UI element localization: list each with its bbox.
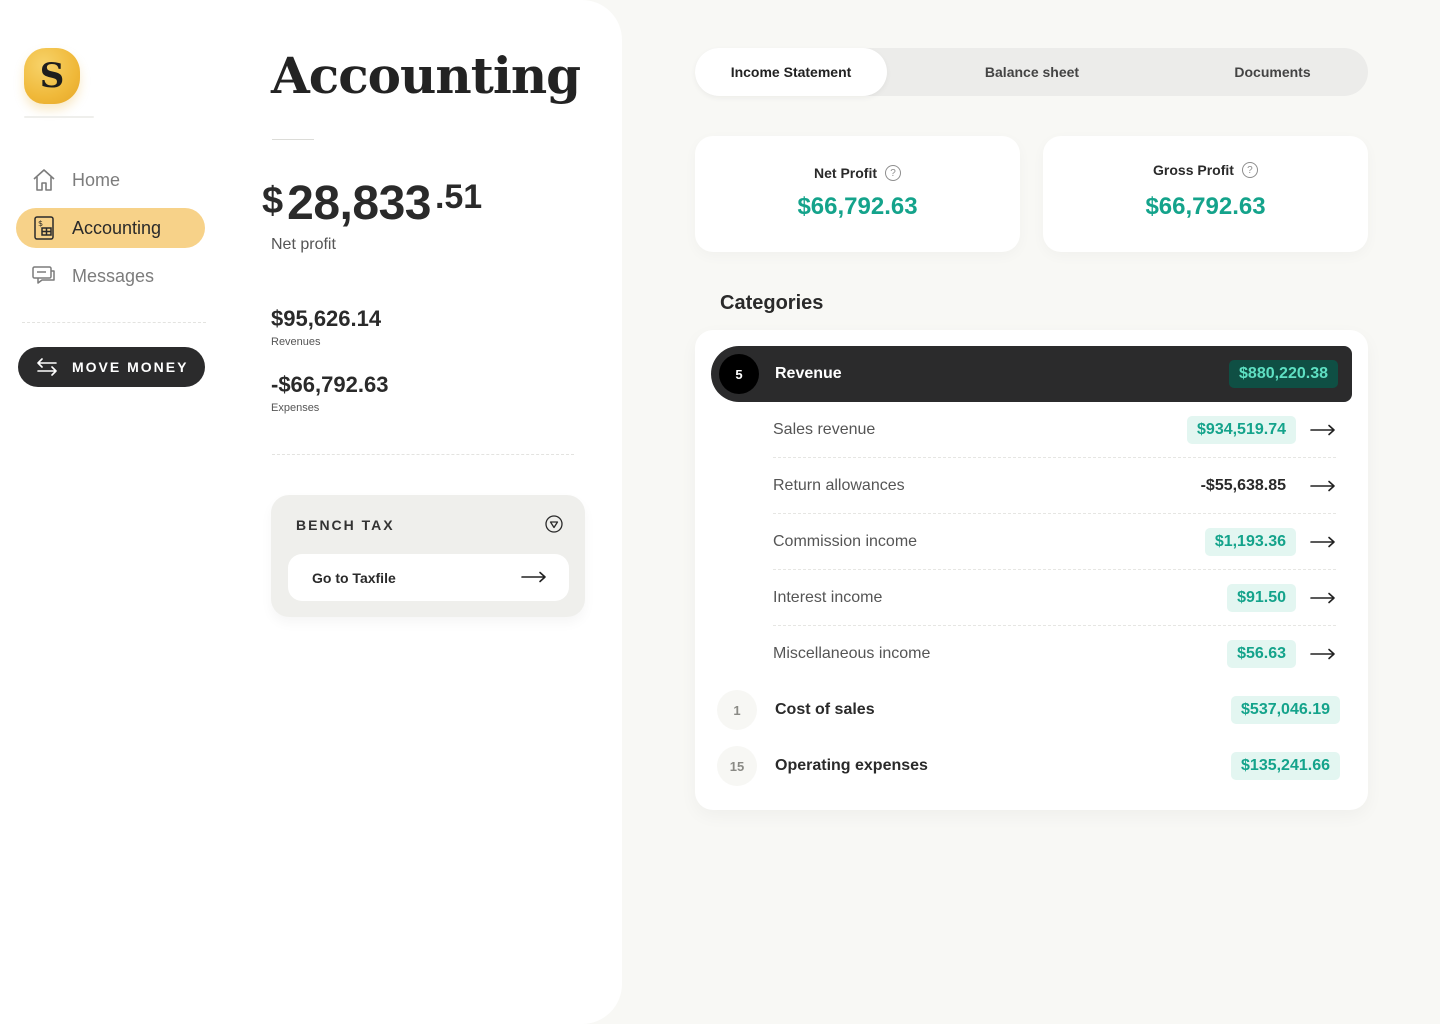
sidebar-item-label: Messages	[72, 265, 155, 286]
sidebar-nav: Home $ Accounting Messages	[16, 160, 205, 304]
subcategory-amount: $934,519.74	[1187, 415, 1296, 444]
category-count-badge: 15	[717, 746, 757, 786]
svg-text:$: $	[38, 219, 43, 228]
subcategory-name: Return allowances	[773, 476, 905, 494]
expenses-stat: -$66,792.63 Expenses	[271, 372, 388, 414]
gross-profit-card-value: $66,792.63	[1145, 193, 1266, 220]
net-profit-amount: $ 28,833 .51	[262, 176, 482, 231]
category-name: Cost of sales	[775, 701, 875, 718]
category-name: Operating expenses	[775, 757, 928, 774]
app-logo[interactable]: S	[24, 48, 80, 104]
net-profit-card-label-row: Net Profit ?	[814, 165, 901, 181]
category-row-cost-of-sales[interactable]: 1 Cost of sales $537,046.19	[717, 682, 1340, 738]
subcategory-name: Interest income	[773, 588, 883, 606]
net-profit-decimal: .51	[434, 178, 483, 216]
go-to-taxfile-button[interactable]: Go to Taxfile	[288, 554, 569, 601]
expenses-label: Expenses	[271, 402, 320, 414]
sidebar-item-home[interactable]: Home	[16, 160, 205, 200]
sidebar-item-accounting[interactable]: $ Accounting	[16, 208, 205, 248]
page-title: Accounting	[271, 46, 581, 105]
subcategory-row[interactable]: Return allowances -$55,638.85	[773, 458, 1336, 514]
home-icon	[30, 166, 58, 194]
sidebar-divider	[22, 322, 206, 323]
accounting-document-icon: $	[30, 214, 58, 242]
revenues-stat: $95,626.14 Revenues	[271, 306, 381, 348]
net-profit-card-value: $66,792.63	[797, 193, 918, 220]
currency-symbol: $	[262, 180, 284, 222]
arrow-right-icon[interactable]	[1310, 648, 1336, 660]
arrow-right-icon[interactable]	[1310, 480, 1336, 492]
help-icon[interactable]: ?	[885, 165, 901, 181]
sidebar-item-label: Accounting	[72, 217, 162, 238]
net-profit-label: Net profit	[271, 236, 336, 253]
revenues-label: Revenues	[271, 336, 321, 348]
logo-letter: S	[39, 56, 65, 96]
subcategory-name: Commission income	[773, 532, 918, 550]
bench-tax-title: BENCH TAX	[296, 517, 395, 533]
subcategory-name: Sales revenue	[773, 420, 876, 438]
category-row-operating-expenses[interactable]: 15 Operating expenses $135,241.66	[717, 738, 1340, 794]
net-profit-card-label: Net Profit	[814, 165, 877, 181]
bench-tax-card: BENCH TAX Go to Taxfile	[271, 495, 585, 617]
expenses-value: -$66,792.63	[271, 372, 389, 397]
move-money-button[interactable]: MOVE MONEY	[18, 347, 205, 387]
category-amount: $880,220.38	[1229, 360, 1338, 388]
tab-balance-sheet[interactable]: Balance sheet	[887, 48, 1177, 96]
gross-profit-card-label-row: Gross Profit ?	[1153, 162, 1258, 178]
arrow-right-icon[interactable]	[1310, 536, 1336, 548]
revenues-value: $95,626.14	[271, 306, 382, 331]
categories-heading: Categories	[720, 292, 824, 314]
tab-documents[interactable]: Documents	[1177, 48, 1368, 96]
subcategory-row[interactable]: Miscellaneous income $56.63	[773, 626, 1336, 682]
logo-divider	[24, 116, 94, 118]
help-icon[interactable]: ?	[1241, 162, 1258, 178]
move-money-label: MOVE MONEY	[72, 359, 189, 375]
sidebar-item-label: Home	[72, 169, 121, 190]
sidebar-item-messages[interactable]: Messages	[16, 256, 205, 296]
subcategory-name: Miscellaneous income	[773, 645, 931, 662]
messages-icon	[30, 262, 58, 290]
title-rule	[272, 139, 314, 140]
categories-card: 5 Revenue $880,220.38 Sales revenue $934…	[695, 330, 1368, 810]
subcategory-row[interactable]: Commission income $1,193.36	[773, 514, 1336, 570]
category-name: Revenue	[775, 365, 842, 382]
subcategory-row[interactable]: Sales revenue $934,519.74	[773, 402, 1336, 458]
subcategory-amount: $56.63	[1227, 640, 1296, 668]
category-row-revenue[interactable]: 5 Revenue $880,220.38	[711, 346, 1352, 402]
arrow-right-icon[interactable]	[1310, 592, 1336, 604]
subcategory-amount: $1,193.36	[1204, 527, 1296, 556]
summary-divider	[272, 454, 574, 455]
statement-tabs: Income Statement Balance sheet Documents	[695, 48, 1368, 96]
subcategory-amount: -$55,638.85	[1200, 476, 1286, 494]
gross-profit-card: Gross Profit ? $66,792.63	[1043, 136, 1368, 252]
arrow-right-icon[interactable]	[1310, 424, 1336, 436]
collapse-toggle-icon[interactable]	[545, 515, 563, 533]
gross-profit-card-label: Gross Profit	[1153, 162, 1234, 178]
subcategory-amount: $91.50	[1227, 583, 1296, 612]
tab-income-statement[interactable]: Income Statement	[695, 48, 887, 96]
transfer-arrows-icon	[34, 358, 60, 376]
category-amount: $135,241.66	[1231, 752, 1340, 780]
net-profit-integer: 28,833	[287, 177, 431, 230]
category-count-badge: 5	[719, 354, 759, 394]
subcategory-row[interactable]: Interest income $91.50	[773, 570, 1336, 626]
category-amount: $537,046.19	[1231, 696, 1340, 724]
category-count-badge: 1	[717, 690, 757, 730]
go-to-taxfile-label: Go to Taxfile	[312, 569, 396, 586]
arrow-right-icon	[521, 570, 547, 586]
net-profit-card: Net Profit ? $66,792.63	[695, 136, 1020, 252]
